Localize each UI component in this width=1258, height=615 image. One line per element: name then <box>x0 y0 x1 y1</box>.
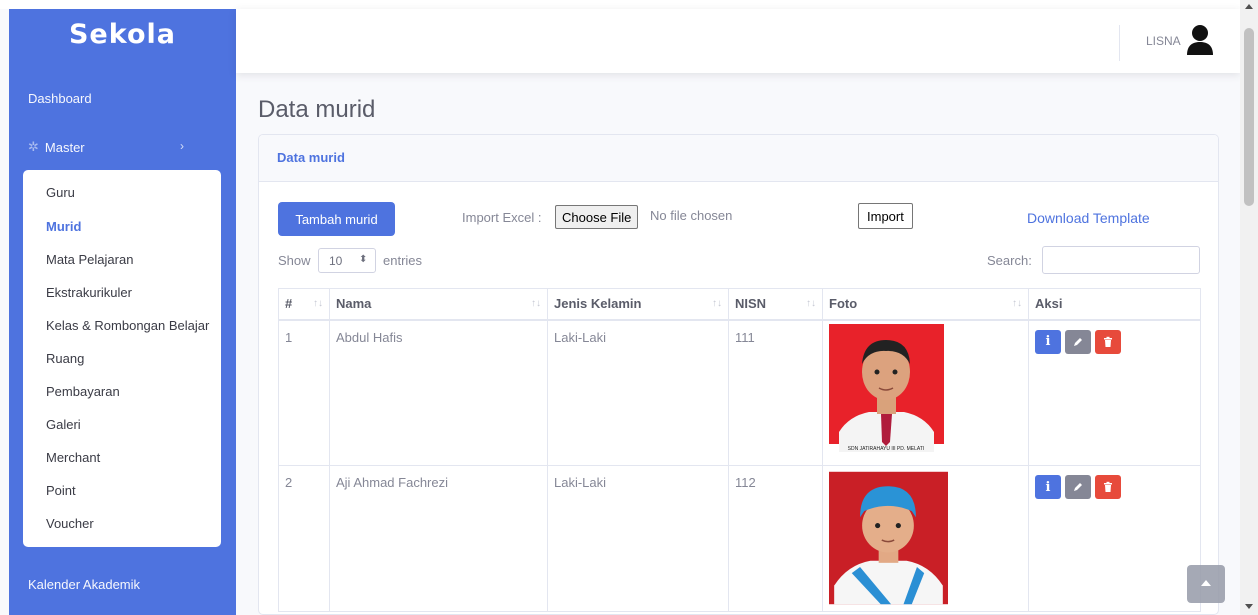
submenu-item-ekstrakurikuler[interactable]: Ekstrakurikuler <box>46 285 132 300</box>
cell-jenis-kelamin: Laki-Laki <box>547 465 729 612</box>
entries-select[interactable]: 10 ⬍ <box>318 248 376 273</box>
brand-logo[interactable]: Sekola <box>9 19 236 50</box>
cell-foto <box>822 465 1029 612</box>
cell-aksi: i <box>1028 465 1201 612</box>
submenu-item-merchant[interactable]: Merchant <box>46 450 100 465</box>
choose-file-button[interactable]: Choose File <box>555 205 639 229</box>
scroll-up-icon[interactable] <box>1245 4 1253 9</box>
edit-button[interactable] <box>1065 475 1091 499</box>
select-arrows-icon: ⬍ <box>359 254 368 265</box>
entries-value: 10 <box>329 254 343 268</box>
detail-button[interactable]: i <box>1035 329 1061 354</box>
file-status: No file chosen <box>650 208 733 223</box>
page-title: Data murid <box>258 96 376 123</box>
entries-label: entries <box>383 253 423 268</box>
murid-table: # ↑↓ Nama ↑↓ Jenis Kelamin ↑↓ NISN ↑↓ Foto ↑↓… <box>278 288 1201 612</box>
submenu-item-point[interactable]: Point <box>46 483 76 498</box>
edit-button[interactable] <box>1065 329 1091 354</box>
cell-aksi: i <box>1028 319 1201 466</box>
action-group: i <box>1035 475 1194 499</box>
search-input[interactable] <box>1042 246 1200 274</box>
action-group: i <box>1035 329 1194 354</box>
sort-icon: ↑↓ <box>712 298 722 309</box>
cell-no: 1 <box>278 319 330 466</box>
import-button[interactable]: Import <box>858 203 913 229</box>
cell-jenis-kelamin: Laki-Laki <box>547 319 729 466</box>
sort-icon: ↑↓ <box>1012 298 1022 309</box>
submenu-item-murid[interactable]: Murid <box>46 219 81 234</box>
table-row: 2 Aji Ahmad Fachrezi Laki-Laki 112 i <box>278 465 1201 612</box>
info-icon: i <box>1045 334 1051 349</box>
sidebar: Sekola Dashboard ✲ Master › Guru Murid M… <box>9 9 236 615</box>
column-header-jenis-kelamin[interactable]: Jenis Kelamin ↑↓ <box>547 288 729 321</box>
submenu-item-galeri[interactable]: Galeri <box>46 417 81 432</box>
import-excel-label: Import Excel : <box>462 210 542 225</box>
trash-icon <box>1104 336 1112 347</box>
student-photo: SDN JATIRAHAYU III PD. MELATI <box>829 323 944 452</box>
pencil-icon <box>1074 337 1082 346</box>
cell-nisn: 111 <box>728 319 823 466</box>
user-icon[interactable] <box>1186 24 1214 56</box>
master-submenu: Guru Murid Mata Pelajaran Ekstrakurikule… <box>23 170 221 547</box>
sort-icon: ↑↓ <box>313 298 323 309</box>
sidebar-item-kalender[interactable]: Kalender Akademik <box>28 577 140 592</box>
sort-icon: ↑↓ <box>531 298 541 309</box>
submenu-item-mata-pelajaran[interactable]: Mata Pelajaran <box>46 252 133 267</box>
pencil-icon <box>1074 483 1082 491</box>
column-header-no[interactable]: # ↑↓ <box>278 288 330 321</box>
add-murid-button[interactable]: Tambah murid <box>278 202 395 236</box>
cell-nama: Aji Ahmad Fachrezi <box>329 465 548 612</box>
delete-button[interactable] <box>1095 329 1121 354</box>
top-strip <box>0 0 1258 9</box>
photo-caption: SDN JATIRAHAYU III PD. MELATI <box>848 446 925 452</box>
column-header-foto[interactable]: Foto ↑↓ <box>822 288 1029 321</box>
chevron-up-icon <box>1201 580 1211 586</box>
sidebar-item-dashboard[interactable]: Dashboard <box>28 91 92 106</box>
chevron-right-icon: › <box>180 139 184 153</box>
table-header-row: # ↑↓ Nama ↑↓ Jenis Kelamin ↑↓ NISN ↑↓ Foto ↑↓… <box>278 288 1201 321</box>
card-title: Data murid <box>277 150 345 165</box>
info-icon: i <box>1045 479 1051 495</box>
submenu-item-kelas[interactable]: Kelas & Rombongan Belajar <box>46 318 209 333</box>
scroll-down-icon[interactable] <box>1245 604 1253 609</box>
scroll-to-top-button[interactable] <box>1187 565 1225 603</box>
detail-button[interactable]: i <box>1035 475 1061 499</box>
submenu-item-voucher[interactable]: Voucher <box>46 516 94 531</box>
delete-button[interactable] <box>1095 475 1121 499</box>
cell-nisn: 112 <box>728 465 823 612</box>
column-header-nisn[interactable]: NISN ↑↓ <box>728 288 823 321</box>
cell-nama: Abdul Hafis <box>329 319 548 466</box>
scroll-thumb[interactable] <box>1244 28 1254 206</box>
download-template-link[interactable]: Download Template <box>1027 210 1150 226</box>
column-header-aksi: Aksi <box>1028 288 1201 321</box>
sort-icon: ↑↓ <box>806 298 816 309</box>
student-photo <box>829 471 948 605</box>
cell-no: 2 <box>278 465 330 612</box>
gear-icon: ✲ <box>28 139 39 154</box>
sidebar-item-master[interactable]: ✲ Master › <box>28 139 188 155</box>
column-header-nama[interactable]: Nama ↑↓ <box>329 288 548 321</box>
data-murid-card: Data murid Tambah murid Import Excel : C… <box>258 134 1219 615</box>
submenu-item-ruang[interactable]: Ruang <box>46 351 84 366</box>
topbar-divider <box>1119 25 1120 61</box>
cell-foto: SDN JATIRAHAYU III PD. MELATI <box>822 319 1029 466</box>
submenu-item-guru[interactable]: Guru <box>46 185 75 200</box>
sidebar-item-master-label: Master <box>44 139 85 155</box>
table-row: 1 Abdul Hafis Laki-Laki 111 SDN JATIRAHA… <box>278 319 1201 466</box>
submenu-item-pembayaran[interactable]: Pembayaran <box>46 384 120 399</box>
page-scrollbar[interactable] <box>1240 0 1258 615</box>
user-name[interactable]: LISNA <box>1146 34 1181 48</box>
trash-icon <box>1104 481 1112 492</box>
topbar: LISNA <box>236 9 1240 73</box>
card-header: Data murid <box>259 135 1218 182</box>
show-label: Show <box>278 253 311 268</box>
search-label: Search: <box>987 253 1032 268</box>
